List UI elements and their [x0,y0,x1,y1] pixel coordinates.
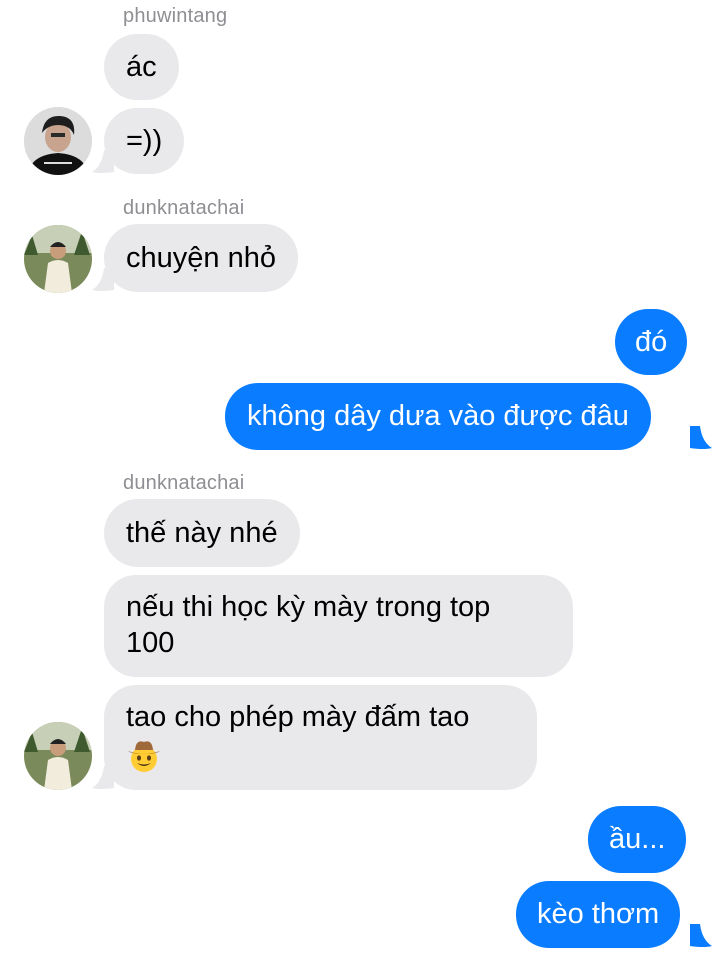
message-bubble-incoming[interactable]: nếu thi học kỳ mày trong top 100 [104,575,573,677]
avatar-dunknatachai[interactable] [24,225,92,293]
bubble-tail [92,150,114,173]
bubble-tail [92,268,114,291]
sender-name: dunknatachai [123,472,245,494]
cowboy-emoji-icon [126,737,515,773]
message-text: thế này nhé [126,517,278,549]
avatar-dunknatachai-icon [24,225,92,293]
message-text: ác [126,51,157,83]
bubble-tail [690,924,712,947]
message-text: =)) [126,125,163,157]
message-bubble-outgoing[interactable]: không dây dưa vào được đâu [225,383,651,450]
avatar-dunknatachai-icon [24,722,92,790]
bubble-tail [92,766,114,789]
sender-name: phuwintang [123,5,228,27]
message-text-line: 100 [126,627,175,659]
bubble-tail [690,426,712,449]
message-bubble-outgoing[interactable]: kèo thơm [516,881,681,948]
message-bubble-outgoing[interactable]: đó [615,309,688,375]
message-text: không dây dưa vào được đâu [247,400,629,432]
message-bubble-incoming[interactable]: tao cho phép mày đấm tao [104,685,537,790]
message-bubble-incoming[interactable]: thế này nhé [104,499,300,567]
avatar-phuwintang[interactable] [24,107,92,175]
avatar-phuwintang-icon [24,107,92,175]
message-text: chuyện nhỏ [126,242,276,274]
message-text-line: tao cho phép mày đấm tao [126,701,470,733]
message-bubble-incoming[interactable]: =)) [104,108,185,174]
message-text: đó [635,326,668,358]
message-text-line: nếu thi học kỳ mày trong top [126,591,491,623]
message-bubble-outgoing[interactable]: ầu... [588,806,687,873]
message-text: kèo thơm [537,898,660,930]
message-text: ầu... [609,823,666,855]
sender-name: dunknatachai [123,197,245,219]
message-bubble-incoming[interactable]: chuyện nhỏ [104,224,298,292]
message-bubble-incoming[interactable]: ác [104,34,179,100]
avatar-dunknatachai[interactable] [24,722,92,790]
